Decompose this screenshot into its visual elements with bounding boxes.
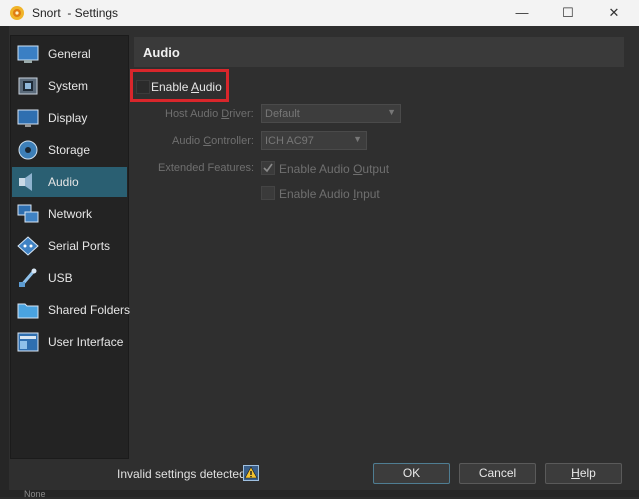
host-audio-driver-label: Host Audio Driver: bbox=[165, 108, 254, 120]
audio-controller-value: ICH AC97 bbox=[265, 135, 314, 147]
sidebar-item-label: Shared Folders bbox=[48, 303, 131, 317]
sidebar-item-label: Audio bbox=[48, 175, 79, 189]
checkmark-icon bbox=[263, 163, 273, 173]
shared-folders-icon bbox=[17, 303, 39, 319]
sidebar-item-usb[interactable]: USB bbox=[12, 263, 127, 293]
page-title: Audio bbox=[143, 45, 180, 60]
chevron-down-icon: ▼ bbox=[387, 107, 396, 117]
cancel-button[interactable]: Cancel bbox=[459, 463, 536, 484]
sidebar-item-label: System bbox=[48, 79, 89, 93]
sidebar-item-label: General bbox=[48, 47, 91, 61]
help-button[interactable]: Help bbox=[545, 463, 622, 484]
virtualbox-app-icon bbox=[10, 6, 24, 20]
host-audio-driver-select[interactable]: Default ▼ bbox=[261, 104, 401, 123]
sidebar-item-audio[interactable]: Audio bbox=[12, 167, 127, 197]
host-audio-driver-value: Default bbox=[265, 108, 300, 120]
enable-audio-input-label[interactable]: Enable Audio Input bbox=[279, 187, 380, 201]
sidebar-item-label: Serial Ports bbox=[48, 239, 111, 253]
sidebar-item-serial-ports[interactable]: Serial Ports bbox=[12, 231, 127, 261]
user-interface-icon bbox=[17, 332, 39, 352]
ok-button[interactable]: OK bbox=[373, 463, 450, 484]
sidebar-item-label: Display bbox=[48, 111, 88, 125]
system-icon bbox=[18, 77, 38, 95]
enable-audio-checkbox[interactable] bbox=[136, 80, 150, 94]
window-edge bbox=[0, 26, 9, 497]
maximize-button[interactable]: ☐ bbox=[545, 0, 591, 26]
display-icon bbox=[17, 109, 39, 127]
audio-icon bbox=[19, 173, 32, 191]
sidebar-item-user-interface[interactable]: User Interface bbox=[12, 327, 127, 357]
enable-audio-output-label[interactable]: Enable Audio Output bbox=[279, 162, 389, 176]
usb-icon bbox=[19, 268, 37, 287]
network-icon bbox=[17, 204, 39, 223]
audio-controller-select[interactable]: ICH AC97 ▼ bbox=[261, 131, 367, 150]
sidebar-item-label: Network bbox=[48, 207, 93, 221]
sidebar-item-label: USB bbox=[48, 271, 73, 285]
section-header: Audio bbox=[134, 37, 624, 67]
sidebar-item-general[interactable]: General bbox=[12, 39, 127, 69]
extended-features-label: Extended Features: bbox=[158, 162, 255, 174]
general-icon bbox=[17, 45, 39, 63]
close-button[interactable]: ✕ bbox=[591, 0, 637, 26]
sidebar-item-shared-folders[interactable]: Shared Folders bbox=[12, 295, 131, 325]
sidebar-item-storage[interactable]: Storage bbox=[12, 135, 127, 165]
audio-controller-label: Audio Controller: bbox=[172, 135, 254, 147]
sidebar-item-label: User Interface bbox=[48, 335, 124, 349]
sidebar-item-network[interactable]: Network bbox=[12, 199, 127, 229]
storage-icon bbox=[18, 140, 38, 160]
invalid-settings-status: Invalid settings detected bbox=[117, 467, 246, 481]
enable-audio-output-checkbox[interactable] bbox=[261, 161, 275, 175]
sidebar-item-label: Storage bbox=[48, 143, 91, 157]
chevron-down-icon: ▼ bbox=[353, 134, 362, 144]
background-text-fragment: None bbox=[24, 489, 46, 499]
sidebar-item-system[interactable]: System bbox=[12, 71, 127, 101]
window-title: Snort - Settings bbox=[32, 6, 119, 20]
settings-sidebar: General System Display Storage Audio Net… bbox=[10, 35, 131, 459]
serial-ports-icon bbox=[17, 236, 39, 256]
background-window-strip bbox=[0, 490, 639, 497]
title-bar: Snort - Settings — ☐ ✕ bbox=[0, 0, 639, 26]
enable-audio-label[interactable]: Enable Audio bbox=[151, 80, 222, 94]
warning-icon[interactable] bbox=[243, 465, 259, 481]
minimize-button[interactable]: — bbox=[499, 0, 545, 26]
sidebar-item-display[interactable]: Display bbox=[12, 103, 127, 133]
enable-audio-input-checkbox[interactable] bbox=[261, 186, 275, 200]
